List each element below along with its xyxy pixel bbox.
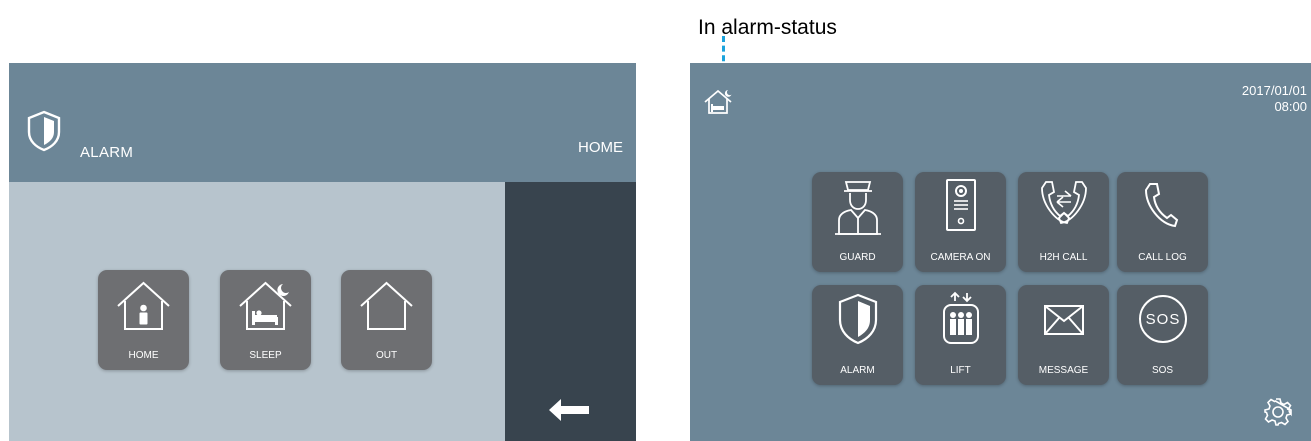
app-label: H2H CALL xyxy=(1039,252,1088,263)
app-label: GUARD xyxy=(839,252,876,263)
alarm-status-icon xyxy=(704,89,732,114)
app-label: MESSAGE xyxy=(1038,365,1089,376)
camera-door-icon xyxy=(946,179,976,231)
time-label: 08:00 xyxy=(1274,99,1307,114)
sos-icon: SOS xyxy=(1139,295,1187,343)
camera-on-button[interactable]: CAMERA ON xyxy=(915,172,1006,272)
message-button[interactable]: MESSAGE xyxy=(1018,285,1109,385)
shield-icon xyxy=(838,293,878,345)
sos-button[interactable]: SOS SOS xyxy=(1117,285,1208,385)
mode-label: SLEEP xyxy=(249,350,282,361)
guard-icon xyxy=(835,181,881,235)
phone-handset-icon xyxy=(1144,183,1179,228)
house-bed-moon-icon xyxy=(239,281,292,330)
app-label: SOS xyxy=(1151,365,1174,376)
alarm-screen: ALARM HOME HOME SLEEP OUT xyxy=(9,63,636,441)
app-label: LIFT xyxy=(950,365,971,376)
call-log-button[interactable]: CALL LOG xyxy=(1117,172,1208,272)
main-screen: 2017/01/01 08:00 GUARD CAMERA ON H2H CAL… xyxy=(690,63,1311,441)
back-arrow-icon[interactable] xyxy=(547,397,591,423)
mode-out-button[interactable]: OUT xyxy=(341,270,432,370)
alarm-header: ALARM HOME xyxy=(9,63,636,182)
app-label: CALL LOG xyxy=(1138,252,1187,263)
alarm-button[interactable]: ALARM xyxy=(812,285,903,385)
mode-label: OUT xyxy=(375,350,398,361)
mode-label: HOME xyxy=(128,350,159,361)
lift-icon xyxy=(943,291,979,344)
app-label: ALARM xyxy=(840,365,875,376)
lift-button[interactable]: LIFT xyxy=(915,285,1006,385)
sidebar xyxy=(505,182,636,441)
h2h-call-button[interactable]: H2H CALL xyxy=(1018,172,1109,272)
mode-home-button[interactable]: HOME xyxy=(98,270,189,370)
annotation-label: In alarm-status xyxy=(698,16,837,39)
house-person-icon xyxy=(117,281,170,330)
app-label: CAMERA ON xyxy=(930,252,991,263)
datetime-display: 2017/01/01 08:00 xyxy=(1242,83,1307,115)
guard-button[interactable]: GUARD xyxy=(812,172,903,272)
shield-icon xyxy=(27,110,61,152)
page-title: ALARM xyxy=(80,144,134,161)
svg-text:SOS: SOS xyxy=(1146,311,1181,328)
house-empty-icon xyxy=(360,281,413,330)
h2h-call-icon xyxy=(1041,181,1087,225)
current-mode-label: HOME xyxy=(578,139,623,156)
gear-icon[interactable] xyxy=(1263,397,1293,427)
envelope-icon xyxy=(1044,305,1084,335)
date-label: 2017/01/01 xyxy=(1241,83,1307,98)
mode-sleep-button[interactable]: SLEEP xyxy=(220,270,311,370)
